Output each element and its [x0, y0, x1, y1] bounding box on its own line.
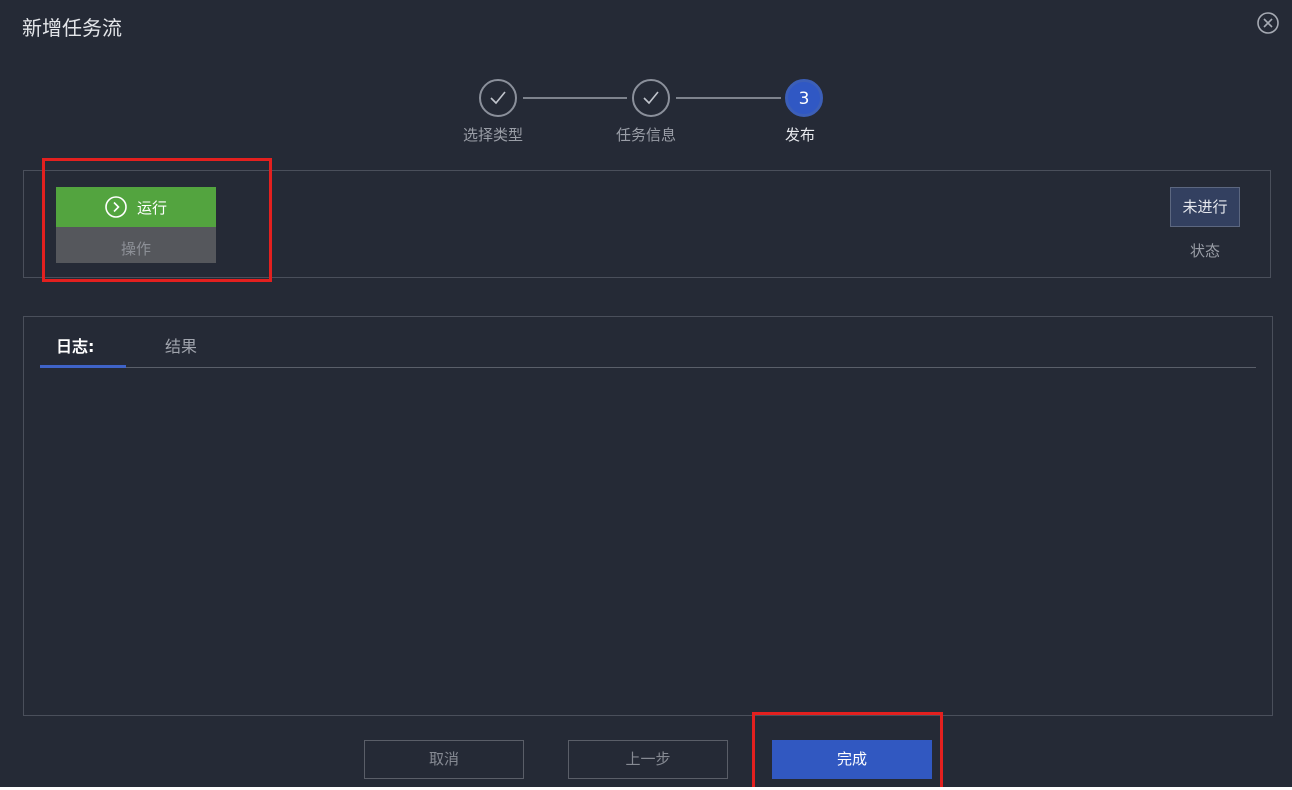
log-content: [40, 376, 1256, 706]
play-circle-icon: [105, 196, 127, 218]
previous-step-button[interactable]: 上一步: [568, 740, 728, 779]
new-taskflow-dialog: 新增任务流 3 选择类型 任务信息 发布 运行 操作 未进行 状态 日志: 结果…: [0, 0, 1292, 790]
tab-active-indicator: [40, 365, 126, 368]
tab-log[interactable]: 日志:: [56, 333, 94, 357]
run-button-label: 运行: [136, 198, 167, 217]
run-button[interactable]: 运行: [56, 187, 216, 227]
status-label: 状态: [1189, 242, 1220, 260]
step-label-select-type: 选择类型: [463, 126, 524, 144]
finish-button[interactable]: 完成: [772, 740, 932, 779]
tab-result[interactable]: 结果: [165, 333, 197, 357]
close-icon[interactable]: [1257, 12, 1279, 34]
operation-label: 操作: [56, 227, 216, 263]
step-2-check-icon: [632, 79, 670, 117]
tab-divider: [40, 367, 1256, 368]
step-connector: [523, 97, 627, 99]
status-badge: 未进行: [1170, 187, 1240, 227]
step-label-task-info: 任务信息: [616, 126, 677, 144]
cancel-button[interactable]: 取消: [364, 740, 524, 779]
step-1-check-icon: [479, 79, 517, 117]
step-label-publish: 发布: [785, 126, 816, 144]
dialog-title: 新增任务流: [22, 16, 122, 40]
step-3-number: 3: [785, 79, 823, 117]
step-connector: [676, 97, 781, 99]
